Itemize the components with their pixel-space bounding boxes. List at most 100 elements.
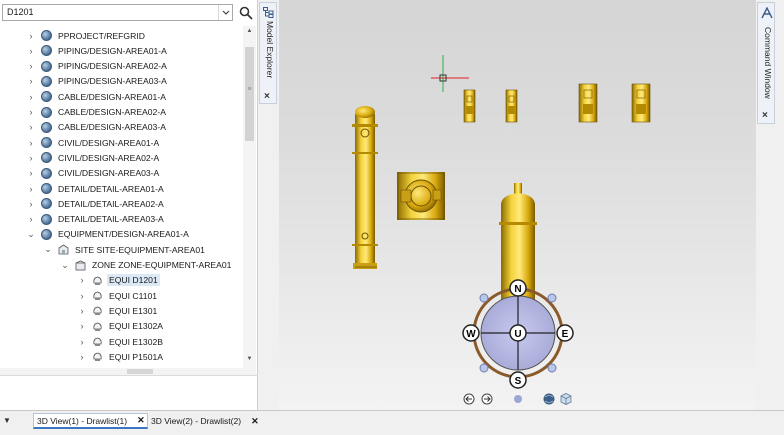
3d-view[interactable]: N S W E U [279, 0, 756, 410]
3d-scene[interactable]: N S W E U [279, 0, 756, 410]
tab-model-explorer[interactable]: Model Explorer × [259, 2, 277, 104]
tree-vertical-scrollbar[interactable]: ▲ ≡ ▼ [243, 26, 256, 368]
tree-item[interactable]: › EQUI D1201 [77, 273, 160, 288]
equipment-small-3[interactable] [578, 83, 598, 123]
close-icon[interactable]: × [264, 91, 270, 102]
equipment-small-4[interactable] [631, 83, 651, 123]
search-input[interactable]: D1201 [7, 7, 34, 17]
chevron-down-icon[interactable]: ⌄ [26, 227, 36, 242]
equipment-icon [93, 322, 102, 331]
tab-list-dropdown-icon[interactable]: ▼ [3, 416, 11, 425]
tree-item-label: DETAIL/DETAIL-AREA01-A [58, 183, 164, 194]
tab-3d-view-2[interactable]: 3D View(2) - Drawlist(2) ✕ [148, 413, 263, 429]
tree-item-label: PIPING/DESIGN-AREA01-A [58, 45, 167, 56]
tree-item-label: EQUI E1302B [109, 336, 163, 347]
tree-item[interactable]: › PIPING/DESIGN-AREA03-A [26, 74, 169, 89]
tree-item[interactable]: › EQUI E1302B [77, 334, 165, 349]
chevron-right-icon[interactable]: › [26, 59, 36, 74]
world-globe-icon [41, 60, 52, 72]
chevron-right-icon[interactable]: › [26, 89, 36, 104]
chevron-right-icon[interactable]: › [77, 273, 87, 288]
tree-item-label: PIPING/DESIGN-AREA03-A [58, 76, 167, 87]
compass-north[interactable]: N [514, 284, 521, 295]
equipment-small-1[interactable] [463, 89, 476, 123]
tree-item[interactable]: › CIVIL/DESIGN-AREA03-A [26, 166, 161, 181]
chevron-right-icon[interactable]: › [77, 349, 87, 364]
view-cube[interactable]: N S W E U [462, 279, 574, 389]
world-globe-icon [41, 198, 52, 210]
tree-item-label: CABLE/DESIGN-AREA02-A [58, 107, 166, 117]
equipment-column[interactable] [352, 106, 378, 269]
tree-item[interactable]: › DETAIL/DETAIL-AREA02-A [26, 196, 166, 211]
globe-view-icon[interactable] [543, 393, 555, 405]
chevron-right-icon[interactable]: › [26, 105, 36, 120]
scroll-thumb-horizontal[interactable] [127, 369, 153, 374]
chevron-right-icon[interactable]: › [77, 303, 87, 318]
chevron-right-icon[interactable]: › [77, 334, 87, 349]
chevron-right-icon[interactable]: › [26, 196, 36, 211]
search-combobox[interactable]: D1201 [2, 4, 233, 21]
scroll-thumb[interactable] [245, 47, 254, 141]
chevron-right-icon[interactable]: › [26, 28, 36, 43]
tree-item[interactable]: ⌄ ZONE ZONE-EQUIPMENT-AREA01 [60, 258, 233, 273]
tree-item[interactable]: › CABLE/DESIGN-AREA03-A [26, 120, 168, 135]
compass-south[interactable]: S [515, 376, 522, 387]
tree-item[interactable]: › EQUI E1302A [77, 319, 165, 334]
tree-item[interactable]: › EQUI C1101 [77, 288, 159, 303]
close-icon[interactable]: × [762, 110, 768, 121]
tree-item[interactable]: › CABLE/DESIGN-AREA01-A [26, 89, 168, 104]
nav-forward-icon[interactable] [481, 393, 493, 405]
tree-item[interactable]: ⌄ SITE SITE-EQUIPMENT-AREA01 [43, 242, 207, 257]
tree-item[interactable]: › CIVIL/DESIGN-AREA01-A [26, 135, 161, 150]
chevron-right-icon[interactable]: › [26, 212, 36, 227]
chevron-right-icon[interactable]: › [26, 120, 36, 135]
tree-item[interactable]: › DETAIL/DETAIL-AREA01-A [26, 181, 166, 196]
tree-item[interactable]: › EQUI P1501A [77, 349, 165, 364]
search-button[interactable] [236, 3, 255, 22]
tree-horizontal-scrollbar[interactable] [0, 368, 256, 375]
tree-item[interactable]: › PIPING/DESIGN-AREA01-A [26, 43, 169, 58]
world-globe-icon [41, 121, 52, 133]
chevron-down-icon[interactable]: ⌄ [60, 258, 70, 273]
chevron-right-icon[interactable]: › [26, 166, 36, 181]
tree-item[interactable]: › DETAIL/DETAIL-AREA03-A [26, 212, 166, 227]
tree-item[interactable]: › EQUI E1301 [77, 303, 159, 318]
chevron-right-icon[interactable]: › [26, 181, 36, 196]
compass-east[interactable]: E [562, 329, 569, 340]
scroll-up-icon[interactable]: ▲ [243, 28, 256, 38]
scroll-down-icon[interactable]: ▼ [243, 356, 256, 366]
equipment-small-2[interactable] [505, 89, 518, 123]
chevron-right-icon[interactable]: › [26, 74, 36, 89]
chevron-right-icon[interactable]: › [26, 43, 36, 58]
document-tabbar: ▼ 3D View(1) - Drawlist(1) ✕ 3D View(2) … [0, 410, 784, 435]
tree-item-label: PPROJECT/REFGRID [58, 30, 145, 41]
view-dot-icon[interactable] [514, 395, 522, 403]
tree-item-label: CABLE/DESIGN-AREA03-A [58, 122, 166, 133]
tree-item[interactable]: ⌄ EQUIPMENT/DESIGN-AREA01-A [26, 227, 191, 242]
tab-command-window[interactable]: Command Window × [757, 2, 775, 124]
compass-up[interactable]: U [514, 329, 521, 340]
chevron-down-icon[interactable] [218, 5, 232, 20]
chevron-right-icon[interactable]: › [26, 150, 36, 165]
chevron-right-icon[interactable]: › [26, 135, 36, 150]
close-icon[interactable]: ✕ [251, 416, 259, 427]
close-icon[interactable]: ✕ [137, 415, 145, 426]
tree-item[interactable]: › PPROJECT/REFGRID [26, 28, 147, 43]
equipment-icon [93, 352, 102, 362]
compass-west[interactable]: W [466, 329, 476, 340]
world-globe-icon [41, 152, 52, 164]
tree-item-label: PIPING/DESIGN-AREA02-A [58, 61, 167, 72]
chevron-down-icon[interactable]: ⌄ [43, 242, 53, 257]
chevron-right-icon[interactable]: › [77, 288, 87, 303]
nav-back-icon[interactable] [463, 393, 475, 405]
chevron-right-icon[interactable]: › [77, 319, 87, 334]
world-globe-icon [41, 183, 52, 194]
tree-item[interactable]: › PIPING/DESIGN-AREA02-A [26, 59, 169, 74]
tab-3d-view-1[interactable]: 3D View(1) - Drawlist(1) ✕ [33, 413, 148, 429]
cube-view-icon[interactable] [560, 393, 572, 405]
tree-item[interactable]: › CABLE/DESIGN-AREA02-A [26, 105, 168, 120]
tab-model-explorer-label: Model Explorer [265, 21, 275, 79]
tree-item[interactable]: › CIVIL/DESIGN-AREA02-A [26, 150, 161, 165]
equipment-box[interactable] [397, 172, 445, 220]
world-globe-icon [41, 75, 52, 87]
